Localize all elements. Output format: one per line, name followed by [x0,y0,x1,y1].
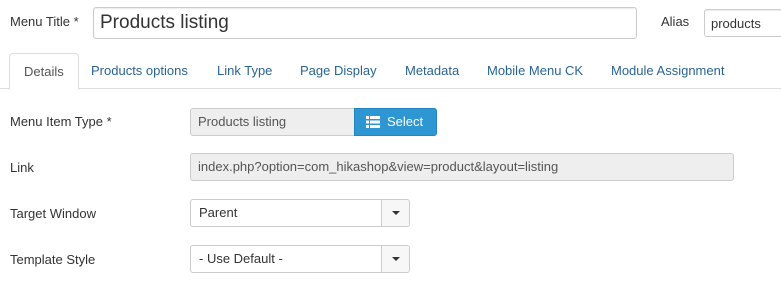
caret-down-icon [392,257,400,261]
menu-item-type-label: Menu Item Type * [10,114,112,129]
target-window-label: Target Window [10,206,96,221]
menu-title-input[interactable] [93,7,637,39]
tab-link-type[interactable]: Link Type [203,53,286,89]
list-icon [366,116,380,128]
tab-mobile-menu-ck[interactable]: Mobile Menu CK [473,53,597,89]
tab-page-display[interactable]: Page Display [286,53,391,89]
template-style-toggle[interactable] [381,246,409,272]
menu-title-label: Menu Title * [10,14,79,29]
target-window-toggle[interactable] [381,200,409,226]
tab-module-assignment[interactable]: Module Assignment [597,53,738,89]
tab-products-options[interactable]: Products options [77,53,202,89]
template-style-label: Template Style [10,252,96,267]
template-style-select[interactable]: - Use Default - [190,245,410,273]
alias-input[interactable] [704,9,781,37]
select-button-label: Select [387,114,424,129]
alias-label: Alias [661,14,690,29]
tab-details[interactable]: Details [9,53,79,90]
link-field: index.php?option=com_hikashop&view=produ… [190,153,734,181]
template-style-value: - Use Default - [199,251,283,266]
target-window-value: Parent [199,205,238,220]
menu-item-type-field: Products listing [190,108,355,136]
link-label: Link [10,160,34,175]
tab-metadata[interactable]: Metadata [391,53,473,89]
caret-down-icon [392,211,400,215]
select-button[interactable]: Select [354,108,437,136]
target-window-select[interactable]: Parent [190,199,410,227]
tab-bar: Details Products options Link Type Page … [0,53,781,90]
